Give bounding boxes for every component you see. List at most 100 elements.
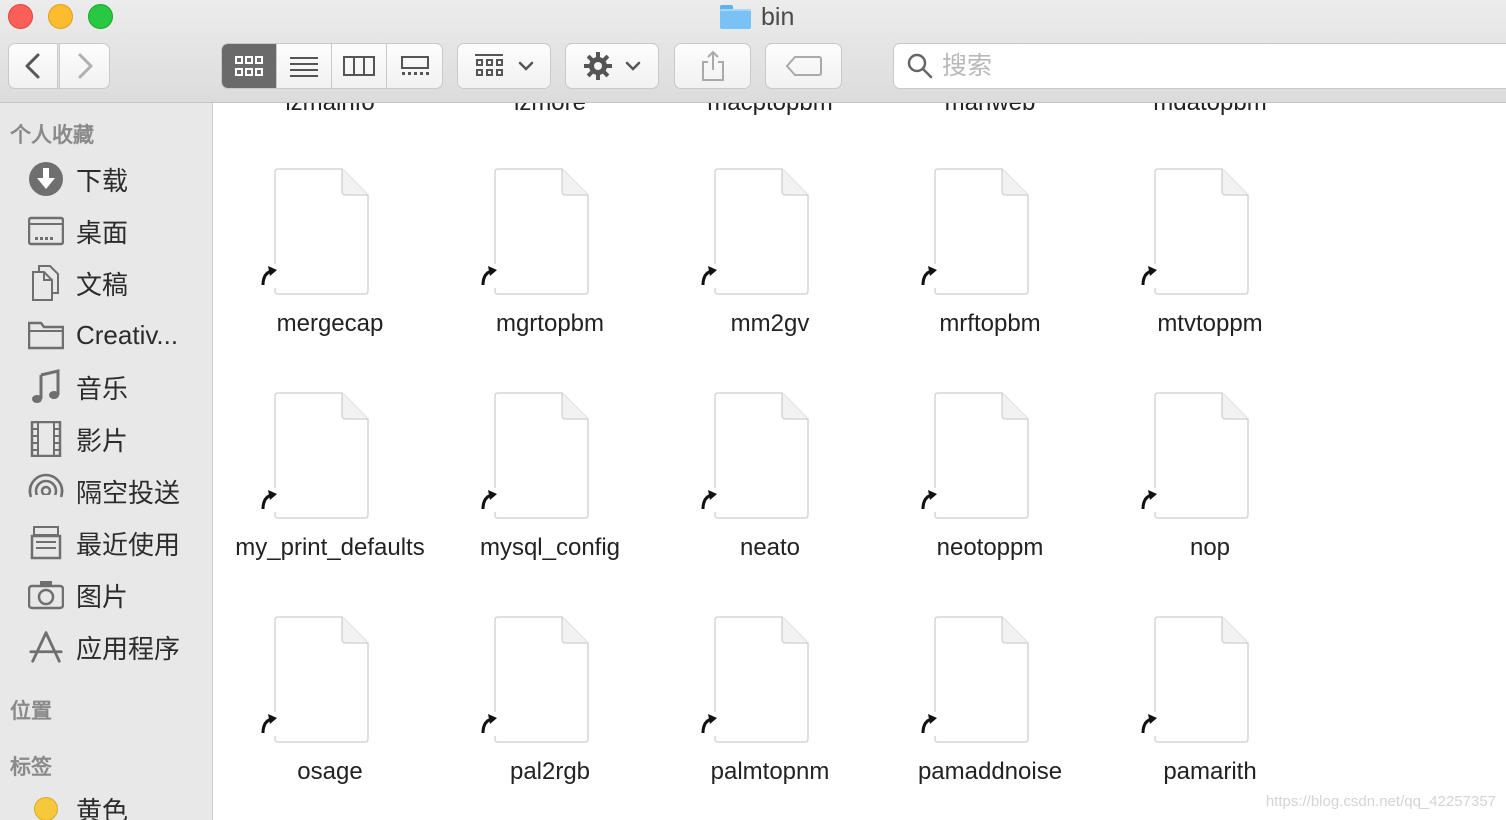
file-item[interactable]: neato bbox=[660, 391, 880, 591]
file-name: mergecap bbox=[276, 310, 384, 337]
chevron-left-icon bbox=[25, 53, 40, 79]
gallery-view-button[interactable] bbox=[387, 44, 442, 88]
yellow-tag-icon bbox=[28, 791, 64, 820]
movies-icon bbox=[28, 421, 64, 457]
search-input[interactable] bbox=[942, 51, 1442, 81]
file-item[interactable]: mtvtoppm bbox=[1100, 167, 1320, 367]
file-grid: lzmainfo lzmore macptopbm manweb mdatopb… bbox=[214, 103, 1506, 820]
applications-icon bbox=[28, 629, 64, 665]
file-item[interactable]: nop bbox=[1100, 391, 1320, 591]
sidebar-item-music[interactable]: 音乐 bbox=[0, 365, 212, 409]
alias-arrow-icon bbox=[1139, 712, 1159, 736]
file-name: osage bbox=[297, 758, 363, 785]
file-item[interactable]: neotoppm bbox=[880, 391, 1100, 591]
minimize-window-button[interactable] bbox=[48, 4, 73, 29]
sidebar-item-documents[interactable]: 文稿 bbox=[0, 261, 212, 305]
file-item[interactable]: mm2gv bbox=[660, 167, 880, 367]
file-item[interactable]: mergecap bbox=[220, 167, 440, 367]
file-item[interactable]: my_print_defaults bbox=[220, 391, 440, 591]
action-menu-button[interactable] bbox=[565, 43, 659, 89]
column-view-button[interactable] bbox=[332, 44, 387, 88]
file-name[interactable]: lzmore bbox=[440, 103, 660, 117]
file-item[interactable]: mrftopbm bbox=[880, 167, 1100, 367]
file-item[interactable]: pamarith bbox=[1100, 615, 1320, 815]
document-icon bbox=[934, 168, 1029, 295]
tag-button[interactable] bbox=[765, 43, 842, 89]
sidebar-item-downloads[interactable]: 下载 bbox=[0, 157, 212, 201]
alias-arrow-icon bbox=[479, 488, 499, 512]
window-title: bin bbox=[720, 3, 794, 31]
document-icon bbox=[934, 392, 1029, 519]
file-item[interactable]: palmtopnm bbox=[660, 615, 880, 815]
search-icon bbox=[907, 53, 933, 79]
file-item[interactable]: mgrtopbm bbox=[440, 167, 660, 367]
back-button[interactable] bbox=[8, 43, 58, 89]
sidebar-item-label: 桌面 bbox=[76, 217, 129, 248]
file-name: palmtopnm bbox=[710, 758, 830, 785]
alias-arrow-icon bbox=[919, 264, 939, 288]
file-name[interactable]: mdatopbm bbox=[1100, 103, 1320, 117]
gear-icon bbox=[584, 52, 612, 80]
zoom-window-button[interactable] bbox=[88, 4, 113, 29]
sidebar-item-label: 应用程序 bbox=[76, 633, 181, 664]
file-name: pamaddnoise bbox=[917, 758, 1063, 785]
alias-arrow-icon bbox=[699, 264, 719, 288]
sidebar-item-label: 文稿 bbox=[76, 269, 129, 300]
document-icon bbox=[274, 616, 369, 743]
alias-arrow-icon bbox=[259, 264, 279, 288]
sidebar-item-airdrop[interactable]: 隔空投送 bbox=[0, 469, 212, 513]
alias-arrow-icon bbox=[919, 712, 939, 736]
chevron-down-icon bbox=[625, 61, 641, 71]
document-icon bbox=[1154, 168, 1249, 295]
group-by-dropdown[interactable] bbox=[457, 43, 551, 89]
pictures-icon bbox=[28, 577, 64, 613]
file-item[interactable]: osage bbox=[220, 615, 440, 815]
tag-icon bbox=[785, 56, 822, 76]
group-icon bbox=[475, 54, 503, 76]
file-name[interactable]: lzmainfo bbox=[220, 103, 440, 117]
sidebar-item-creativ[interactable]: Creativ... bbox=[0, 313, 212, 357]
toolbar: bin bbox=[0, 0, 1506, 103]
file-item[interactable]: mysql_config bbox=[440, 391, 660, 591]
forward-button[interactable] bbox=[59, 43, 110, 89]
alias-arrow-icon bbox=[1139, 488, 1159, 512]
search-field[interactable] bbox=[893, 43, 1506, 89]
document-icon bbox=[494, 168, 589, 295]
sidebar-item-tag-yellow[interactable]: 黄色 bbox=[0, 787, 212, 820]
file-item[interactable]: pal2rgb bbox=[440, 615, 660, 815]
sidebar-item-applications[interactable]: 应用程序 bbox=[0, 625, 212, 669]
close-window-button[interactable] bbox=[8, 4, 33, 29]
icon-view-icon bbox=[235, 56, 263, 76]
sidebar-item-movies[interactable]: 影片 bbox=[0, 417, 212, 461]
document-icon bbox=[934, 616, 1029, 743]
view-mode-selector bbox=[221, 43, 443, 89]
sidebar-item-label: 影片 bbox=[76, 425, 129, 456]
share-button[interactable] bbox=[674, 43, 751, 89]
file-name[interactable]: macptopbm bbox=[660, 103, 880, 117]
file-name: mrftopbm bbox=[939, 310, 1041, 337]
document-icon bbox=[1154, 392, 1249, 519]
file-item[interactable]: pamaddnoise bbox=[880, 615, 1100, 815]
document-icon bbox=[274, 392, 369, 519]
window-title-text: bin bbox=[761, 2, 795, 31]
sidebar-item-desktop[interactable]: 桌面 bbox=[0, 209, 212, 253]
icon-view-button[interactable] bbox=[222, 44, 277, 88]
favorites-heading: 个人收藏 bbox=[10, 124, 94, 147]
desktop-icon bbox=[28, 213, 64, 249]
file-name: mtvtoppm bbox=[1157, 310, 1263, 337]
alias-arrow-icon bbox=[699, 488, 719, 512]
gallery-view-icon bbox=[400, 56, 429, 75]
sidebar-item-label: Creativ... bbox=[76, 319, 179, 350]
document-icon bbox=[714, 616, 809, 743]
column-view-icon bbox=[343, 56, 375, 76]
folder-icon bbox=[28, 317, 64, 353]
alias-arrow-icon bbox=[479, 712, 499, 736]
file-name[interactable]: manweb bbox=[880, 103, 1100, 117]
list-view-button[interactable] bbox=[277, 44, 332, 88]
chevron-right-icon bbox=[78, 53, 92, 79]
alias-arrow-icon bbox=[479, 264, 499, 288]
sidebar-item-recents[interactable]: 最近使用 bbox=[0, 521, 212, 565]
sidebar-item-pictures[interactable]: 图片 bbox=[0, 573, 212, 617]
file-name: nop bbox=[1189, 534, 1231, 561]
alias-arrow-icon bbox=[699, 712, 719, 736]
